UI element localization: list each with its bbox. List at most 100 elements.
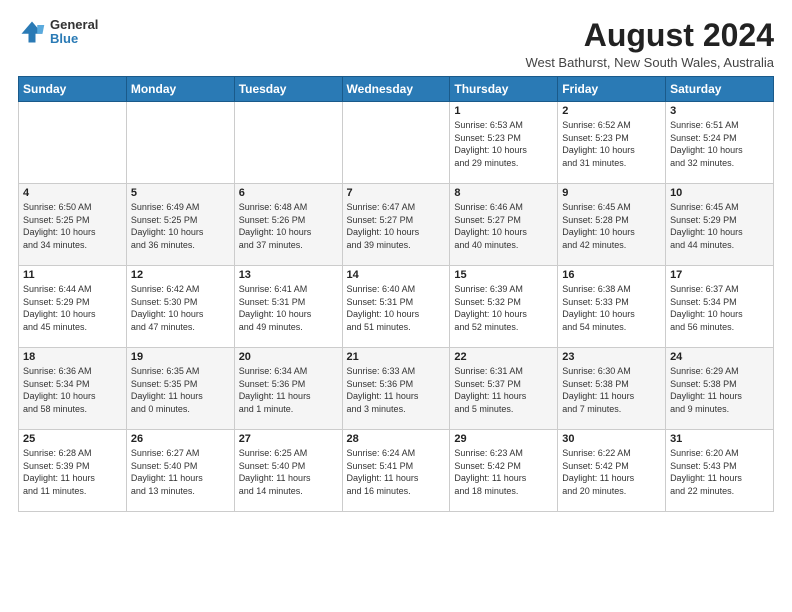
- calendar-cell: 22Sunrise: 6:31 AM Sunset: 5:37 PM Dayli…: [450, 348, 558, 430]
- day-number: 14: [347, 269, 446, 281]
- logo-general-text: General: [50, 18, 98, 32]
- calendar-cell: 3Sunrise: 6:51 AM Sunset: 5:24 PM Daylig…: [666, 102, 774, 184]
- calendar-cell: 27 Sunrise: 6:25 AM Sunset: 5:40 PM Dayli…: [234, 430, 342, 512]
- day-number: 23: [562, 351, 661, 363]
- logo: General Blue: [18, 18, 98, 47]
- month-title: August 2024: [525, 18, 774, 53]
- calendar-cell: [126, 102, 234, 184]
- day-info: Sunrise: 6:23 AM Sunset: 5:42 PM Dayligh…: [454, 447, 553, 497]
- calendar-cell: 20Sunrise: 6:34 AM Sunset: 5:36 PM Dayli…: [234, 348, 342, 430]
- day-number: 22: [454, 351, 553, 363]
- day-info: Sunrise: 6:45 AM Sunset: 5:29 PM Dayligh…: [670, 201, 769, 251]
- calendar-day-header: Saturday: [666, 77, 774, 102]
- calendar-cell: 17 Sunrise: 6:37 AM Sunset: 5:34 PM Dayli…: [666, 266, 774, 348]
- calendar-cell: 12 Sunrise: 6:42 AM Sunset: 5:30 PM Dayli…: [126, 266, 234, 348]
- day-info: Sunrise: 6:35 AM Sunset: 5:35 PM Dayligh…: [131, 365, 230, 415]
- calendar-header-row: SundayMondayTuesdayWednesdayThursdayFrid…: [19, 77, 774, 102]
- day-info: Sunrise: 6:48 AM Sunset: 5:26 PM Dayligh…: [239, 201, 338, 251]
- location: West Bathurst, New South Wales, Australi…: [525, 55, 774, 70]
- calendar-day-header: Friday: [558, 77, 666, 102]
- calendar-cell: 8 Sunrise: 6:46 AM Sunset: 5:27 PM Daylig…: [450, 184, 558, 266]
- day-number: 13: [239, 269, 338, 281]
- calendar-week-row: 18 Sunrise: 6:36 AM Sunset: 5:34 PM Dayli…: [19, 348, 774, 430]
- day-number: 15: [454, 269, 553, 281]
- day-info: Sunrise: 6:42 AM Sunset: 5:30 PM Dayligh…: [131, 283, 230, 333]
- calendar-cell: 15 Sunrise: 6:39 AM Sunset: 5:32 PM Dayli…: [450, 266, 558, 348]
- calendar-cell: 13Sunrise: 6:41 AM Sunset: 5:31 PM Dayli…: [234, 266, 342, 348]
- calendar-day-header: Sunday: [19, 77, 127, 102]
- calendar-cell: 11 Sunrise: 6:44 AM Sunset: 5:29 PM Dayli…: [19, 266, 127, 348]
- calendar-day-header: Thursday: [450, 77, 558, 102]
- day-number: 4: [23, 187, 122, 199]
- day-number: 26: [131, 433, 230, 445]
- day-number: 17: [670, 269, 769, 281]
- calendar-week-row: 11 Sunrise: 6:44 AM Sunset: 5:29 PM Dayli…: [19, 266, 774, 348]
- day-info: Sunrise: 6:52 AM Sunset: 5:23 PM Dayligh…: [562, 119, 661, 169]
- day-info: Sunrise: 6:50 AM Sunset: 5:25 PM Dayligh…: [23, 201, 122, 251]
- calendar-cell: 5 Sunrise: 6:49 AM Sunset: 5:25 PM Daylig…: [126, 184, 234, 266]
- calendar-cell: 4 Sunrise: 6:50 AM Sunset: 5:25 PM Daylig…: [19, 184, 127, 266]
- day-number: 31: [670, 433, 769, 445]
- day-number: 5: [131, 187, 230, 199]
- day-number: 27: [239, 433, 338, 445]
- day-info: Sunrise: 6:39 AM Sunset: 5:32 PM Dayligh…: [454, 283, 553, 333]
- day-number: 20: [239, 351, 338, 363]
- calendar-table: SundayMondayTuesdayWednesdayThursdayFrid…: [18, 76, 774, 512]
- calendar-cell: 30Sunrise: 6:22 AM Sunset: 5:42 PM Dayli…: [558, 430, 666, 512]
- day-number: 11: [23, 269, 122, 281]
- day-info: Sunrise: 6:24 AM Sunset: 5:41 PM Dayligh…: [347, 447, 446, 497]
- day-number: 1: [454, 105, 553, 117]
- calendar-cell: 9 Sunrise: 6:45 AM Sunset: 5:28 PM Daylig…: [558, 184, 666, 266]
- logo-text: General Blue: [50, 18, 98, 47]
- day-info: Sunrise: 6:36 AM Sunset: 5:34 PM Dayligh…: [23, 365, 122, 415]
- day-info: Sunrise: 6:46 AM Sunset: 5:27 PM Dayligh…: [454, 201, 553, 251]
- day-number: 24: [670, 351, 769, 363]
- day-number: 21: [347, 351, 446, 363]
- day-number: 18: [23, 351, 122, 363]
- day-info: Sunrise: 6:44 AM Sunset: 5:29 PM Dayligh…: [23, 283, 122, 333]
- day-info: Sunrise: 6:30 AM Sunset: 5:38 PM Dayligh…: [562, 365, 661, 415]
- page: General Blue August 2024 West Bathurst, …: [0, 0, 792, 612]
- calendar-cell: 28Sunrise: 6:24 AM Sunset: 5:41 PM Dayli…: [342, 430, 450, 512]
- day-number: 16: [562, 269, 661, 281]
- day-number: 7: [347, 187, 446, 199]
- calendar-day-header: Wednesday: [342, 77, 450, 102]
- day-number: 25: [23, 433, 122, 445]
- calendar-cell: 19Sunrise: 6:35 AM Sunset: 5:35 PM Dayli…: [126, 348, 234, 430]
- day-number: 9: [562, 187, 661, 199]
- day-info: Sunrise: 6:28 AM Sunset: 5:39 PM Dayligh…: [23, 447, 122, 497]
- calendar-cell: 26Sunrise: 6:27 AM Sunset: 5:40 PM Dayli…: [126, 430, 234, 512]
- calendar-cell: 1 Sunrise: 6:53 AM Sunset: 5:23 PM Daylig…: [450, 102, 558, 184]
- day-info: Sunrise: 6:40 AM Sunset: 5:31 PM Dayligh…: [347, 283, 446, 333]
- calendar-cell: 6 Sunrise: 6:48 AM Sunset: 5:26 PM Daylig…: [234, 184, 342, 266]
- calendar-cell: 14 Sunrise: 6:40 AM Sunset: 5:31 PM Dayli…: [342, 266, 450, 348]
- day-number: 10: [670, 187, 769, 199]
- day-info: Sunrise: 6:47 AM Sunset: 5:27 PM Dayligh…: [347, 201, 446, 251]
- day-number: 8: [454, 187, 553, 199]
- day-number: 30: [562, 433, 661, 445]
- day-info: Sunrise: 6:53 AM Sunset: 5:23 PM Dayligh…: [454, 119, 553, 169]
- calendar-cell: 18 Sunrise: 6:36 AM Sunset: 5:34 PM Dayli…: [19, 348, 127, 430]
- calendar-cell: [234, 102, 342, 184]
- calendar-week-row: 25 Sunrise: 6:28 AM Sunset: 5:39 PM Dayli…: [19, 430, 774, 512]
- calendar-cell: 21Sunrise: 6:33 AM Sunset: 5:36 PM Dayli…: [342, 348, 450, 430]
- calendar-day-header: Monday: [126, 77, 234, 102]
- header: General Blue August 2024 West Bathurst, …: [18, 18, 774, 70]
- day-info: Sunrise: 6:49 AM Sunset: 5:25 PM Dayligh…: [131, 201, 230, 251]
- title-block: August 2024 West Bathurst, New South Wal…: [525, 18, 774, 70]
- calendar-cell: 31 Sunrise: 6:20 AM Sunset: 5:43 PM Dayli…: [666, 430, 774, 512]
- day-number: 12: [131, 269, 230, 281]
- day-info: Sunrise: 6:37 AM Sunset: 5:34 PM Dayligh…: [670, 283, 769, 333]
- calendar-week-row: 4 Sunrise: 6:50 AM Sunset: 5:25 PM Daylig…: [19, 184, 774, 266]
- day-number: 6: [239, 187, 338, 199]
- calendar-cell: [19, 102, 127, 184]
- day-info: Sunrise: 6:25 AM Sunset: 5:40 PM Dayligh…: [239, 447, 338, 497]
- calendar-cell: 29Sunrise: 6:23 AM Sunset: 5:42 PM Dayli…: [450, 430, 558, 512]
- calendar-cell: 23 Sunrise: 6:30 AM Sunset: 5:38 PM Dayli…: [558, 348, 666, 430]
- calendar-day-header: Tuesday: [234, 77, 342, 102]
- day-info: Sunrise: 6:20 AM Sunset: 5:43 PM Dayligh…: [670, 447, 769, 497]
- calendar-cell: 10 Sunrise: 6:45 AM Sunset: 5:29 PM Dayli…: [666, 184, 774, 266]
- calendar-cell: 24Sunrise: 6:29 AM Sunset: 5:38 PM Dayli…: [666, 348, 774, 430]
- calendar-week-row: 1 Sunrise: 6:53 AM Sunset: 5:23 PM Daylig…: [19, 102, 774, 184]
- day-info: Sunrise: 6:45 AM Sunset: 5:28 PM Dayligh…: [562, 201, 661, 251]
